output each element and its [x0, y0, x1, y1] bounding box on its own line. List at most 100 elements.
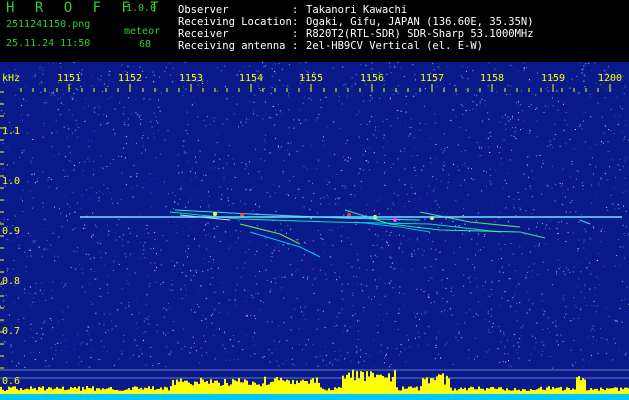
histogram-bar [530, 389, 532, 394]
histogram-bar [494, 388, 496, 394]
histogram-bar [228, 385, 230, 394]
histogram-bar [218, 382, 220, 394]
khz-tick-label: 0.8 [2, 276, 20, 287]
histogram-bar [488, 388, 490, 394]
histogram-bar [266, 384, 268, 394]
histogram-bar [484, 390, 486, 394]
histogram-bar [408, 386, 410, 394]
histogram-bar [600, 387, 602, 394]
histogram-bar [390, 381, 392, 394]
meteor-label: meteor [124, 26, 161, 37]
filename-label: 2511241150.png [6, 19, 91, 30]
histogram-bar [374, 377, 376, 394]
histogram-bar [162, 389, 164, 394]
histogram-bar [22, 390, 24, 394]
histogram-bar [20, 388, 22, 394]
histogram-bar [70, 387, 72, 394]
histogram-bar [468, 388, 470, 394]
info-value: R820T2(RTL-SDR) SDR-Sharp 53.1000MHz [306, 28, 534, 40]
histogram-bar [206, 381, 208, 394]
histogram-bar [112, 389, 114, 394]
khz-tick-label: 0.7 [2, 326, 20, 337]
histogram-bar [624, 387, 626, 394]
histogram-bar [500, 387, 502, 394]
histogram-bar [194, 381, 196, 394]
histogram-bar [612, 388, 614, 394]
histogram-bar [178, 381, 180, 394]
histogram-bar [532, 390, 534, 394]
histogram-bar [322, 388, 324, 394]
histogram-bar [120, 390, 122, 394]
histogram-bar [450, 387, 452, 394]
histogram-bar [48, 387, 50, 394]
histogram-bar [222, 385, 224, 394]
histogram-bar [550, 389, 552, 394]
histogram-bar [416, 386, 418, 394]
histogram-bar [440, 374, 442, 394]
histogram-bar [544, 390, 546, 394]
meteor-count: 68 [139, 39, 152, 50]
datetime-label: 25.11.24 11:50 [6, 38, 91, 49]
histogram-bar [592, 389, 594, 394]
info-separator: : [292, 4, 299, 16]
histogram-bar [240, 382, 242, 394]
histogram-bar [392, 377, 394, 394]
info-value: Takanori Kawachi [306, 4, 408, 16]
histogram-bar [148, 386, 150, 394]
histogram-bar [526, 390, 528, 394]
histogram-bar [186, 380, 188, 394]
histogram-bar [346, 374, 348, 394]
histogram-bar [192, 385, 194, 394]
histogram-bar [516, 390, 518, 394]
histogram-bar [434, 380, 436, 394]
histogram-bar [62, 386, 64, 394]
histogram-bar [114, 390, 116, 394]
histogram-bar [58, 388, 60, 394]
histogram-bar [470, 386, 472, 394]
histogram-bar [384, 377, 386, 394]
histogram-bar [90, 388, 92, 394]
histogram-bar [238, 378, 240, 394]
histogram-bar [44, 390, 46, 394]
histogram-bar [382, 376, 384, 394]
histogram-bar [66, 389, 68, 394]
histogram-bar [582, 378, 584, 394]
histogram-bar [250, 384, 252, 394]
histogram-bar [354, 380, 356, 394]
histogram-bar [142, 389, 144, 394]
histogram-bar [252, 381, 254, 394]
histogram-bar [520, 391, 522, 394]
histogram-bar [54, 388, 56, 394]
histogram-bar [118, 390, 120, 394]
freq-tick-label: 1159 [541, 73, 565, 84]
histogram-bar [446, 375, 448, 394]
histogram-bar [454, 388, 456, 394]
freq-tick-label: 1200 [598, 73, 622, 84]
histogram-bar [602, 389, 604, 394]
histogram-bar [360, 371, 362, 394]
histogram-bar [246, 380, 248, 394]
histogram-bar [376, 374, 378, 394]
histogram-bar [518, 389, 520, 394]
info-row-receiver: Receiver : R820T2(RTL-SDR) SDR-Sharp 53.… [178, 28, 628, 40]
histogram-bar [380, 374, 382, 394]
histogram-bar [158, 388, 160, 394]
khz-tick-label: 1.0 [2, 176, 20, 187]
histogram-bar [134, 386, 136, 394]
histogram-bar [146, 388, 148, 394]
histogram-bar [170, 386, 172, 394]
histogram-bar [174, 384, 176, 394]
histogram-bar [98, 388, 100, 394]
histogram-bar [224, 379, 226, 394]
histogram-bar [272, 381, 274, 394]
histogram-bar [482, 388, 484, 394]
histogram-bar [316, 377, 318, 394]
histogram-bar [36, 390, 38, 394]
histogram-bar [56, 387, 58, 394]
histogram-bar [168, 390, 170, 394]
info-label: Observer [178, 4, 229, 16]
histogram-bar [42, 386, 44, 394]
histogram-bar [290, 383, 292, 394]
info-separator: : [292, 28, 299, 40]
histogram-bar [2, 389, 4, 394]
